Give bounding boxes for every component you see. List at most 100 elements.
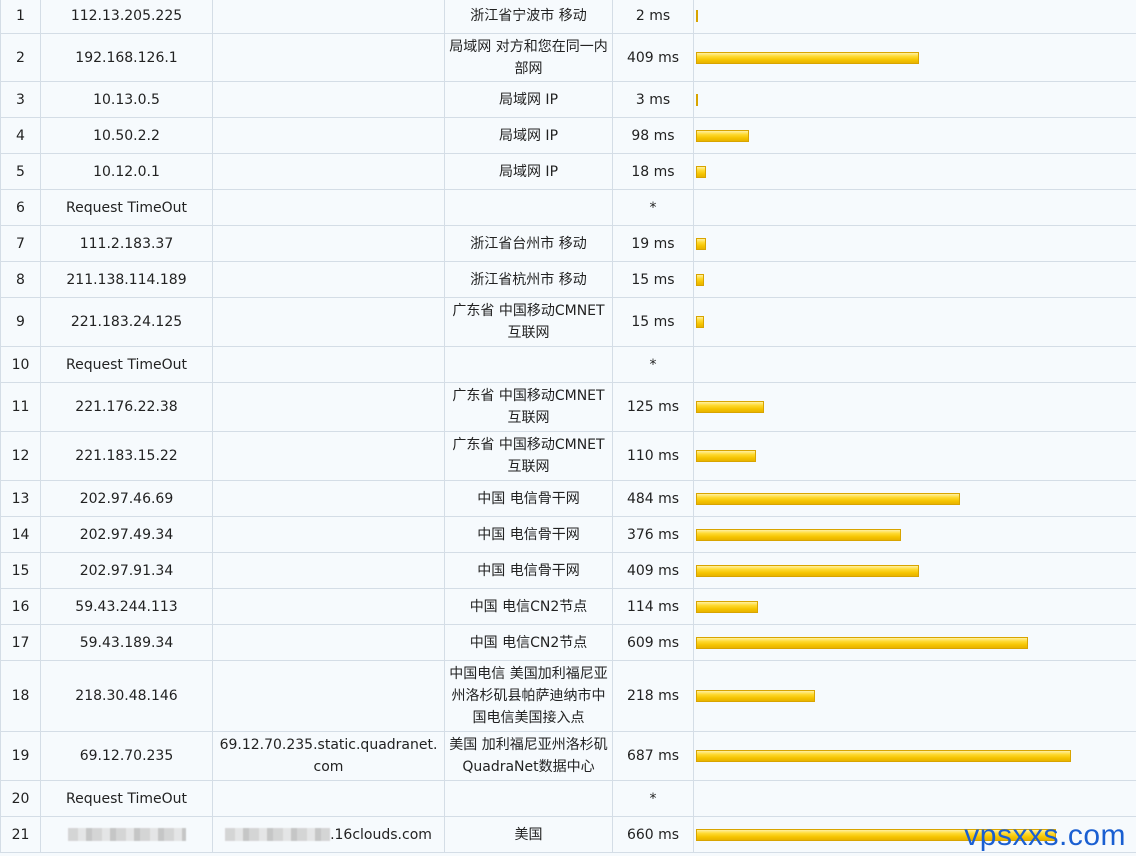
latency: 110 ms: [612, 431, 694, 481]
latency-bar: [696, 528, 901, 541]
table-row: 7 111.2.183.37 浙江省台州市 移动 19 ms: [0, 225, 1136, 262]
ip-address: 221.183.24.125: [40, 297, 213, 347]
hop-number: 8: [0, 261, 41, 298]
latency-bar: [696, 401, 764, 413]
hostname: [212, 780, 445, 817]
traceroute-body: 1 112.13.205.225 浙江省宁波市 移动 2 ms 2 192.168.126…: [0, 0, 1136, 853]
latency: 15 ms: [612, 261, 694, 298]
ip-address: 59.43.244.113: [40, 588, 213, 625]
latency: *: [612, 189, 694, 226]
table-row: 17 59.43.189.34 中国 电信CN2节点 609 ms: [0, 624, 1136, 661]
geo-location: 美国 加利福尼亚州洛杉矶QuadraNet数据中心: [444, 731, 613, 781]
hostname-text: .16clouds.com: [330, 826, 432, 843]
table-row: 12 221.183.15.22 广东省 中国移动CMNET互联网 110 ms: [0, 431, 1136, 481]
ip-address: 202.97.49.34: [40, 516, 213, 553]
latency-bar-cell: [693, 189, 1136, 226]
geo-location: 浙江省台州市 移动: [444, 225, 613, 262]
ip-address: 112.13.205.225: [40, 0, 213, 34]
ip-address: 10.12.0.1: [40, 153, 213, 190]
hostname: [212, 33, 445, 82]
latency-bar: [696, 316, 704, 328]
geo-location: 广东省 中国移动CMNET互联网: [444, 382, 613, 432]
latency-bar-cell: [693, 588, 1136, 625]
ip-address: 211.138.114.189: [40, 261, 213, 298]
hop-number: 14: [0, 516, 41, 553]
geo-location: 局域网 IP: [444, 153, 613, 190]
hop-number: 19: [0, 731, 41, 781]
latency: 660 ms: [612, 816, 694, 853]
hostname: .16clouds.com: [212, 816, 445, 853]
latency: 114 ms: [612, 588, 694, 625]
table-row: 14 202.97.49.34 中国 电信骨干网 376 ms: [0, 516, 1136, 553]
table-row: 18 218.30.48.146 中国电信 美国加利福尼亚州洛杉矶县帕萨迪纳市中国电…: [0, 660, 1136, 732]
hop-number: 3: [0, 81, 41, 118]
hop-number: 21: [0, 816, 41, 853]
latency: 218 ms: [612, 660, 694, 732]
hop-number: 5: [0, 153, 41, 190]
geo-location: 局域网 对方和您在同一内部网: [444, 33, 613, 82]
latency-bar-cell: [693, 431, 1136, 481]
watermark: vpsxxs.com: [964, 819, 1126, 852]
latency-bar-cell: [693, 261, 1136, 298]
ip-address: 59.43.189.34: [40, 624, 213, 661]
hop-number: 16: [0, 588, 41, 625]
ip-address: 221.176.22.38: [40, 382, 213, 432]
latency-bar-cell: [693, 153, 1136, 190]
latency: 376 ms: [612, 516, 694, 553]
ip-address: 69.12.70.235: [40, 731, 213, 781]
table-row: 1 112.13.205.225 浙江省宁波市 移动 2 ms: [0, 0, 1136, 34]
table-row: 5 10.12.0.1 局域网 IP 18 ms: [0, 153, 1136, 190]
ip-address: [40, 816, 213, 853]
latency-bar-cell: [693, 297, 1136, 347]
latency: 409 ms: [612, 552, 694, 589]
geo-location: 中国电信 美国加利福尼亚州洛杉矶县帕萨迪纳市中国电信美国接入点: [444, 660, 613, 732]
latency-bar: [696, 237, 706, 250]
latency: 19 ms: [612, 225, 694, 262]
ip-address: Request TimeOut: [40, 189, 213, 226]
latency: 98 ms: [612, 117, 694, 154]
ip-address: 10.50.2.2: [40, 117, 213, 154]
hostname: [212, 660, 445, 732]
hop-number: 10: [0, 346, 41, 383]
ip-address: 192.168.126.1: [40, 33, 213, 82]
geo-location: [444, 189, 613, 226]
hostname: [212, 431, 445, 481]
table-row: 8 211.138.114.189 浙江省杭州市 移动 15 ms: [0, 261, 1136, 298]
geo-location: 广东省 中国移动CMNET互联网: [444, 431, 613, 481]
hop-number: 13: [0, 480, 41, 517]
hop-number: 1: [0, 0, 41, 34]
latency-bar: [696, 273, 704, 286]
hostname: [212, 624, 445, 661]
hostname: [212, 588, 445, 625]
hostname: [212, 225, 445, 262]
ip-address: 111.2.183.37: [40, 225, 213, 262]
hostname: [212, 153, 445, 190]
latency-bar-cell: [693, 225, 1136, 262]
table-row: 16 59.43.244.113 中国 电信CN2节点 114 ms: [0, 588, 1136, 625]
latency-bar-cell: [693, 552, 1136, 589]
table-row: 6 Request TimeOut *: [0, 189, 1136, 226]
latency-bar: [696, 636, 1028, 649]
latency: 15 ms: [612, 297, 694, 347]
latency-bar: [696, 492, 960, 505]
redacted-ip: [67, 828, 186, 841]
redacted-host: [225, 828, 331, 841]
hostname: [212, 189, 445, 226]
latency-bar-cell: [693, 117, 1136, 154]
hop-number: 2: [0, 33, 41, 82]
hostname: [212, 117, 445, 154]
latency-bar: [696, 93, 698, 106]
latency-bar-cell: [693, 660, 1136, 732]
table-row: 15 202.97.91.34 中国 电信骨干网 409 ms: [0, 552, 1136, 589]
ip-address: 202.97.46.69: [40, 480, 213, 517]
latency: 18 ms: [612, 153, 694, 190]
hop-number: 9: [0, 297, 41, 347]
hop-number: 17: [0, 624, 41, 661]
geo-location: [444, 780, 613, 817]
latency-bar-cell: [693, 33, 1136, 82]
hostname: [212, 382, 445, 432]
ip-address: 202.97.91.34: [40, 552, 213, 589]
hostname: [212, 81, 445, 118]
latency: *: [612, 780, 694, 817]
hostname-text: 69.12.70.235.static.quadranet.com: [219, 737, 438, 775]
